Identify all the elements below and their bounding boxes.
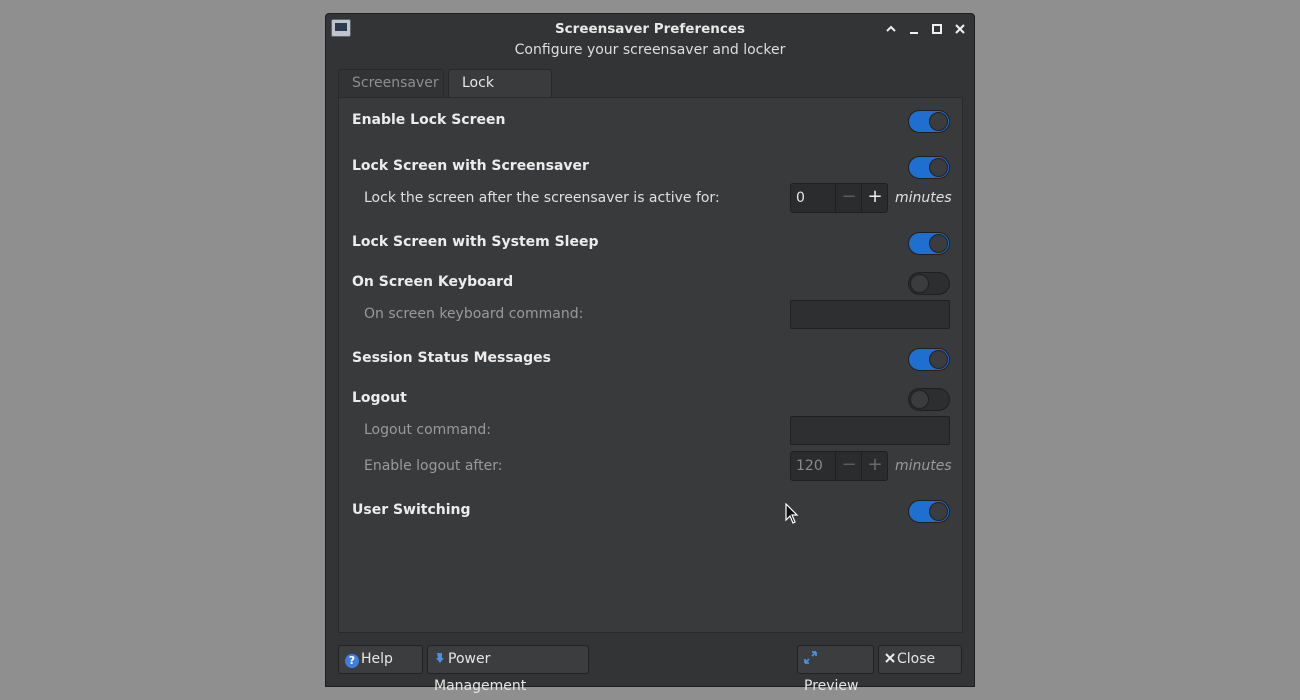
titlebar[interactable]: Screensaver Preferences Configure your s…	[326, 14, 974, 64]
power-arrow-icon	[434, 646, 446, 673]
on-screen-keyboard-label: On Screen Keyboard	[352, 274, 514, 290]
preview-label: Preview	[804, 678, 859, 694]
lock-with-sleep-label: Lock Screen with System Sleep	[352, 234, 599, 250]
lock-with-screensaver-switch[interactable]	[908, 156, 950, 179]
switch-knob	[910, 274, 929, 293]
logout-switch[interactable]	[908, 388, 950, 411]
decrement-button[interactable]: −	[835, 452, 862, 480]
logout-after-label: Enable logout after:	[364, 458, 503, 474]
lock-after-value[interactable]: 0	[791, 184, 835, 212]
power-management-button[interactable]: Power Management	[427, 645, 589, 694]
logout-label: Logout	[352, 390, 407, 406]
enable-lock-screen-switch[interactable]	[908, 110, 950, 133]
switch-knob	[929, 502, 948, 521]
lock-with-sleep-switch[interactable]	[908, 232, 950, 255]
window-title: Screensaver Preferences	[554, 21, 746, 37]
on-screen-keyboard-switch[interactable]	[908, 272, 950, 295]
switch-knob	[929, 234, 948, 253]
lock-after-unit: minutes	[895, 190, 952, 206]
logout-after-spinner[interactable]: 120 − +	[790, 451, 888, 481]
logout-after-unit: minutes	[895, 458, 952, 474]
logout-command-label: Logout command:	[364, 422, 491, 438]
maximize-icon[interactable]	[928, 20, 946, 38]
help-icon: ?	[345, 654, 359, 668]
close-x-icon	[885, 646, 895, 673]
close-button[interactable]: Close	[878, 645, 962, 674]
lock-with-screensaver-label: Lock Screen with Screensaver	[352, 158, 589, 174]
osk-command-field[interactable]	[790, 300, 950, 329]
session-status-switch[interactable]	[908, 348, 950, 371]
tab-screensaver[interactable]: Screensaver	[338, 69, 444, 98]
lock-screen-panel: Enable Lock Screen Lock Screen with Scre…	[338, 97, 963, 633]
power-management-label: Power Management	[434, 651, 527, 694]
preview-button[interactable]: Preview	[797, 645, 874, 694]
lock-after-spinner[interactable]: 0 − +	[790, 183, 888, 213]
switch-knob	[910, 390, 929, 409]
preferences-window: Screensaver Preferences Configure your s…	[325, 13, 975, 694]
window-subtitle: Configure your screensaver and locker	[514, 42, 786, 58]
minimize-icon[interactable]	[905, 20, 923, 38]
osk-command-label: On screen keyboard command:	[364, 306, 584, 322]
logout-after-value[interactable]: 120	[791, 452, 835, 480]
session-status-label: Session Status Messages	[352, 350, 551, 366]
help-button[interactable]: ? Help	[338, 645, 423, 674]
close-label: Close	[897, 651, 936, 667]
increment-button[interactable]: +	[861, 184, 888, 212]
increment-button[interactable]: +	[861, 452, 888, 480]
user-switching-switch[interactable]	[908, 500, 950, 523]
help-label: Help	[361, 651, 393, 667]
logout-command-field[interactable]	[790, 416, 950, 445]
switch-knob	[929, 350, 948, 369]
switch-knob	[929, 158, 948, 177]
chevron-up-icon[interactable]	[882, 20, 900, 38]
fullscreen-icon	[804, 646, 817, 673]
lock-after-label: Lock the screen after the screensaver is…	[364, 190, 720, 206]
decrement-button[interactable]: −	[835, 184, 862, 212]
switch-knob	[929, 112, 948, 131]
user-switching-label: User Switching	[352, 502, 471, 518]
close-icon[interactable]	[951, 20, 969, 38]
tab-lock-screen[interactable]: Lock Screen	[448, 69, 552, 118]
enable-lock-screen-label: Enable Lock Screen	[352, 112, 506, 128]
